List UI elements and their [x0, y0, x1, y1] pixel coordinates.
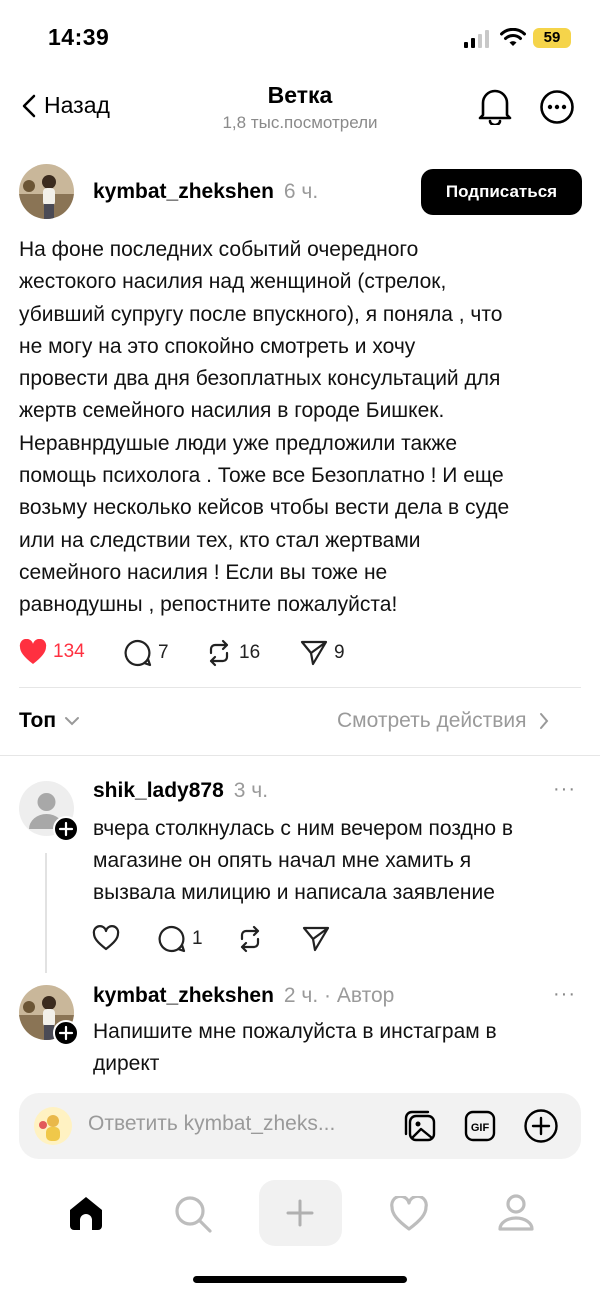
home-indicator: [193, 1276, 407, 1283]
reply-line: Напишите мне пожалуйста в инстаграм в: [93, 1020, 497, 1043]
repost-count: 16: [239, 642, 261, 663]
wifi-icon: [500, 28, 526, 46]
activity-heart-icon[interactable]: [389, 1196, 429, 1232]
post-line: убивший супругу после впускного), я поня…: [19, 302, 503, 326]
plus-icon: [286, 1199, 314, 1227]
post-line: помощь психолога . Тоже все Безоплатно !…: [19, 464, 504, 488]
follow-plus-icon[interactable]: [53, 1020, 79, 1046]
post-line: На фоне последних событий очередного: [19, 238, 419, 261]
reply-comment-button[interactable]: 1: [158, 925, 203, 953]
post-line: семейного насилия ! Если вы тоже не: [19, 560, 388, 584]
post-username[interactable]: kymbat_zhekshen: [93, 180, 274, 204]
post-line: равнодушны , репостните пожалуйста!: [19, 593, 398, 617]
signal-icon: [464, 30, 489, 48]
comment-icon: [158, 925, 186, 953]
status-time: 14:39: [48, 24, 110, 50]
post-line: жертв семейного насилия в городе Бишкек.: [19, 399, 445, 423]
reply-time: 3 ч.: [233, 779, 269, 802]
author-avatar[interactable]: [19, 164, 74, 219]
reply-more-button[interactable]: ···: [553, 778, 576, 801]
reply-text: вчера столкнулась с ним вечером поздно в…: [93, 813, 583, 909]
reply-comment-count: 1: [192, 928, 203, 949]
subscribe-button[interactable]: Подписаться: [421, 169, 582, 215]
reply-username[interactable]: kymbat_zhekshen: [93, 984, 274, 1008]
post-line: провести два дня безоплатных консультаци…: [19, 367, 501, 391]
like-count: 134: [53, 641, 85, 662]
comment-button[interactable]: 7: [124, 639, 169, 667]
view-activity-label: Смотреть действия: [337, 709, 527, 732]
more-options-icon[interactable]: [539, 89, 575, 125]
repost-icon: [209, 639, 229, 667]
repost-button[interactable]: 16: [205, 639, 260, 667]
add-circle-icon[interactable]: [523, 1108, 559, 1144]
reply-line: вызвала милицию и написала заявление: [93, 881, 495, 904]
reply-username[interactable]: shik_lady878: [93, 779, 224, 803]
post-time: 6 ч.: [283, 180, 319, 203]
view-activity-link[interactable]: Смотреть действия: [337, 709, 549, 733]
home-icon[interactable]: [66, 1194, 106, 1232]
svg-text:GIF: GIF: [471, 1122, 490, 1134]
post-line: или на следствии тех, кто стал жертвами: [19, 528, 421, 552]
post-text: На фоне последних событий очередного жес…: [19, 234, 584, 622]
like-button[interactable]: 134: [19, 639, 85, 665]
post-line: возьму несколько кейсов чтобы вести дела…: [19, 496, 510, 520]
divider: [0, 755, 600, 756]
my-avatar: [34, 1107, 72, 1145]
send-icon: [300, 640, 328, 666]
image-gallery-icon[interactable]: [402, 1108, 438, 1144]
reply-input[interactable]: Ответить kymbat_zheks...: [88, 1112, 335, 1136]
follow-plus-icon[interactable]: [53, 816, 79, 842]
post-line: не могу на это спокойно смотреть и хочу: [19, 334, 416, 358]
post-line: Неравнрдушые люди уже предложили также: [19, 431, 458, 455]
bell-icon[interactable]: [477, 87, 513, 125]
post-author-line: kymbat_zhekshen 6 ч.: [93, 180, 318, 204]
heart-icon[interactable]: [92, 925, 120, 951]
search-icon[interactable]: [173, 1194, 213, 1234]
reply-text: Напишите мне пожалуйста в инстаграм в ди…: [93, 1016, 583, 1080]
reply-author-line: shik_lady878 3 ч.: [93, 779, 268, 803]
reply-more-button[interactable]: ···: [553, 983, 576, 1006]
divider: [19, 687, 581, 688]
chevron-right-icon: [539, 713, 548, 729]
comment-count: 7: [158, 642, 169, 663]
reply-author-line: kymbat_zhekshen 2 ч. · Автор: [93, 984, 394, 1008]
send-icon[interactable]: [302, 925, 330, 953]
gif-icon[interactable]: GIF: [462, 1108, 498, 1144]
battery-indicator: 59: [533, 28, 571, 48]
profile-icon[interactable]: [497, 1193, 535, 1233]
share-button[interactable]: 9: [300, 639, 345, 667]
reply-line: вчера столкнулась с ним вечером поздно в: [93, 817, 513, 840]
chevron-down-icon: [65, 717, 80, 726]
repost-icon[interactable]: [236, 925, 264, 953]
heart-filled-icon: [19, 639, 47, 664]
share-count: 9: [334, 642, 345, 663]
sort-dropdown[interactable]: Топ: [19, 709, 80, 733]
reply-line: директ: [93, 1052, 160, 1075]
comment-icon: [124, 639, 152, 667]
post-line: жестокого насилия над женщиной (стрелок,: [19, 270, 447, 294]
reply-line: магазине он опять начал мне хамить я: [93, 849, 472, 872]
sort-label: Топ: [19, 709, 57, 732]
reply-time: 2 ч. · Автор: [283, 984, 395, 1007]
thread-line: [45, 853, 47, 973]
